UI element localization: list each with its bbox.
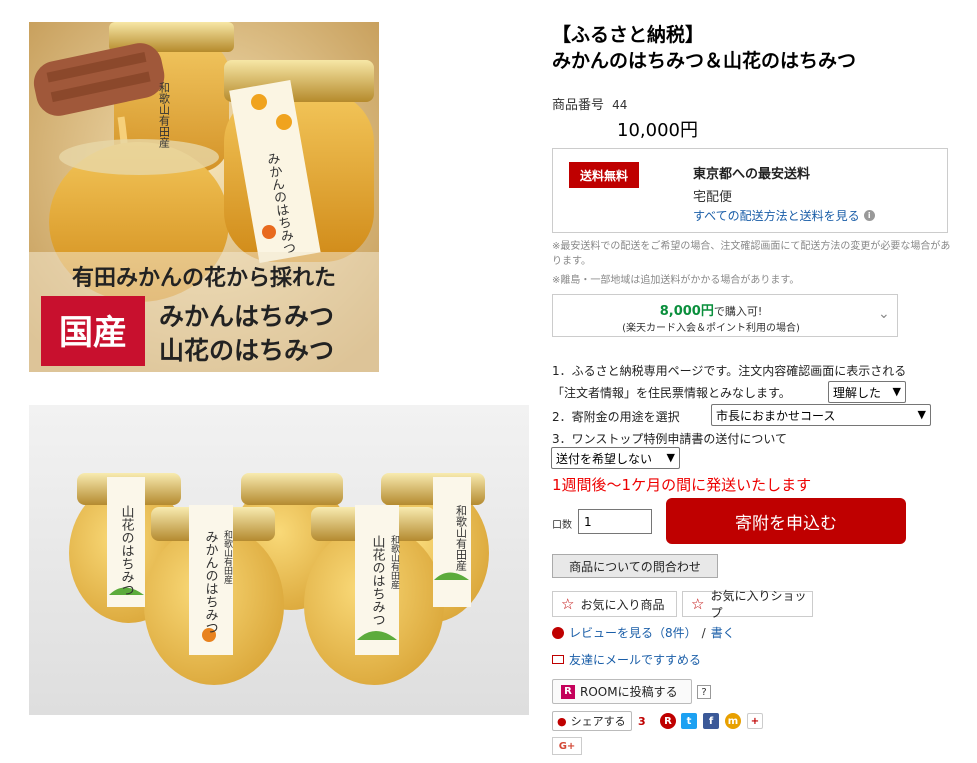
jar-label-5: 山花のはちみつ: [370, 535, 386, 626]
option3-label: 3．ワンストップ特例申請書の送付について: [552, 432, 788, 446]
shipping-note-1: ※最安送料での配送をご希望の場合、注文確認画面にて配送方法の変更が必要な場合があ…: [552, 241, 951, 267]
card-offer-suffix: で購入可!: [713, 305, 763, 318]
chevron-down-icon: ▼: [892, 385, 901, 398]
google-plus-button[interactable]: G+: [552, 737, 582, 755]
products-line2: 山花のはちみつ: [159, 336, 334, 365]
jar-label-6: 和歌山有田産: [389, 535, 400, 590]
inquiry-button[interactable]: 商品についての問合わせ: [552, 554, 718, 578]
shipping-method: 宅配便: [693, 190, 733, 205]
price: 10,000円: [617, 120, 698, 141]
favorite-shop-button[interactable]: ☆ お気に入りショップ: [682, 589, 813, 620]
option3-select[interactable]: 送付を希望しない ▼: [551, 447, 680, 469]
more-share-icon[interactable]: +: [747, 713, 763, 729]
review-icon: [552, 626, 564, 639]
domestic-badge: 国産: [59, 313, 127, 353]
option2-label: 2．寄附金の用途を選択: [552, 410, 680, 424]
twitter-icon[interactable]: t: [681, 713, 697, 729]
option1-select[interactable]: 理解した ▼: [828, 381, 906, 403]
card-offer-line: 8,000円で購入可!: [552, 300, 870, 319]
favorite-item-button[interactable]: ☆ お気に入り商品: [552, 591, 677, 617]
all-shipping-methods-link[interactable]: すべての配送方法と送料を見る i: [693, 207, 875, 224]
mail-icon: [552, 655, 564, 664]
option2-select[interactable]: 市長におまかせコース ▼: [711, 404, 931, 426]
chevron-down-icon: ▼: [666, 451, 675, 464]
option2-select-value: 市長におまかせコース: [716, 408, 836, 423]
four-jars-photo: 山花のはちみつ 和歌山有田産 みかんのはちみつ 和歌山有田産 山花のはちみつ 和…: [29, 405, 529, 715]
write-review-link[interactable]: 書く: [711, 624, 735, 641]
products-line1: みかんはちみつ: [159, 302, 334, 331]
title-line1: 【ふるさと納税】: [552, 24, 705, 46]
option3-select-value: 送付を希望しない: [556, 451, 653, 466]
chevron-down-icon[interactable]: ⌄: [878, 306, 890, 322]
mail-link[interactable]: 友達にメールですすめる: [569, 651, 701, 668]
jar-label-2: 和歌山有田産: [455, 505, 468, 572]
room-post-button[interactable]: R ROOMに投稿する: [552, 679, 692, 704]
jar-label-left: 和歌山有田産: [158, 82, 171, 149]
option1-line2: 「注文者情報」を住民票情報とみなします。: [552, 386, 791, 400]
room-icon: R: [561, 684, 575, 699]
share-count: 3: [638, 714, 646, 728]
title-line2: みかんのはちみつ＆山花のはちみつ: [552, 50, 857, 72]
caption-line: 有田みかんの花から採れた: [72, 265, 336, 291]
product-number: 商品番号 44: [552, 94, 627, 113]
shipping-time: 1週間後～1ケ月の間に発送いたします: [552, 476, 812, 494]
cheapest-shipping-label: 東京都への最安送料: [693, 167, 811, 182]
product-image-main[interactable]: みかんのはちみつ 和歌山有田産 有田みかんの花から採れた 国産 みかんはちみつ …: [29, 22, 379, 372]
review-link[interactable]: レビューを見る（8件）: [569, 624, 697, 641]
star-icon: ☆: [561, 595, 575, 613]
share-label: シェアする: [570, 715, 626, 728]
product-number-value: 44: [612, 98, 628, 112]
chevron-down-icon: ▼: [917, 408, 926, 421]
favorite-shop-label: お気に入りショップ: [710, 589, 807, 620]
room-post-label: ROOMに投稿する: [580, 685, 678, 699]
rakuten-share-icon[interactable]: R: [660, 713, 676, 729]
product-title: 【ふるさと納税】 みかんのはちみつ＆山花のはちみつ: [552, 22, 856, 74]
shipping-note-2: ※離島・一部地域は追加送料がかかる場合があります。: [552, 275, 800, 286]
product-image-jars[interactable]: 山花のはちみつ 和歌山有田産 みかんのはちみつ 和歌山有田産 山花のはちみつ 和…: [29, 405, 529, 715]
review-separator: /: [701, 625, 706, 640]
card-offer-sub: (楽天カード入会＆ポイント利用の場合): [622, 323, 800, 334]
quantity-input[interactable]: [578, 509, 652, 534]
jar-label-3: みかんのはちみつ: [203, 530, 218, 634]
help-icon[interactable]: ?: [697, 685, 711, 699]
jar-label-1: 山花のはちみつ: [119, 505, 135, 596]
card-offer-amount: 8,000円: [659, 304, 714, 319]
facebook-icon[interactable]: f: [703, 713, 719, 729]
mixi-icon[interactable]: m: [725, 713, 741, 729]
jar-label-4: 和歌山有田産: [222, 530, 233, 585]
free-shipping-badge: 送料無料: [569, 162, 639, 188]
share-button[interactable]: ● シェアする: [552, 711, 632, 731]
donate-button[interactable]: 寄附を申込む: [666, 498, 906, 544]
mail-row[interactable]: 友達にメールですすめる: [552, 651, 701, 668]
product-number-label: 商品番号: [552, 98, 605, 113]
option1-select-value: 理解した: [833, 385, 882, 400]
share-icon: ●: [557, 714, 567, 728]
star-icon: ☆: [691, 595, 705, 613]
honey-jars-photo: みかんのはちみつ 和歌山有田産 有田みかんの花から採れた 国産 みかんはちみつ …: [29, 22, 379, 372]
info-icon: i: [863, 210, 875, 221]
review-row: レビューを見る（8件） / 書く: [552, 624, 735, 641]
option1-line1: 1．ふるさと納税専用ページです。注文内容確認画面に表示される: [552, 364, 907, 378]
all-shipping-methods-text: すべての配送方法と送料を見る: [693, 209, 860, 223]
quantity-label: 口数: [552, 520, 572, 531]
favorite-item-label: お気に入り商品: [580, 597, 665, 612]
